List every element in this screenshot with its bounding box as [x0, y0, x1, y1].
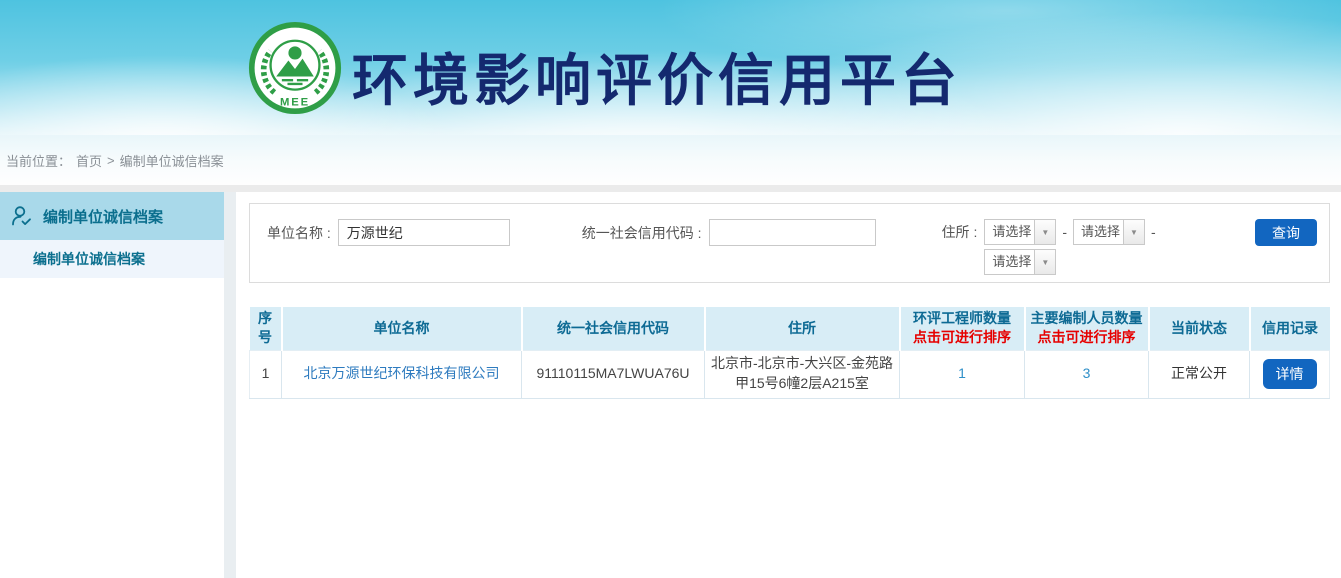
col-header-staff-label: 主要编制人员数量 — [1028, 309, 1146, 328]
dash-separator: - — [1151, 219, 1156, 245]
main-area: 单位名称 : 统一社会信用代码 : 住所 : 请选择 ▼ — [236, 192, 1341, 578]
sidebar-item-label: 编制单位诚信档案 — [43, 206, 163, 227]
page: MEE 环境影响评价信用平台 当前位置： 首页 > 编制单位诚信档案 编制单位诚… — [0, 0, 1341, 578]
sort-hint: 点击可进行排序 — [1028, 328, 1146, 347]
address-line-2: 甲15号6幢2层A215室 — [709, 374, 895, 394]
credit-code-group: 统一社会信用代码 : — [582, 219, 876, 246]
mee-logo-icon: MEE — [248, 21, 342, 115]
content: 编制单位诚信档案 编制单位诚信档案 单位名称 : 统一社会信用代码 : 住所 : — [0, 192, 1341, 578]
search-panel: 单位名称 : 统一社会信用代码 : 住所 : 请选择 ▼ — [249, 203, 1330, 283]
search-button[interactable]: 查询 — [1255, 219, 1317, 246]
results-table: 序号 单位名称 统一社会信用代码 住所 环评工程师数量 点击可进行排序 主要编制… — [249, 307, 1330, 399]
table-row: 1 北京万源世纪环保科技有限公司 91110115MA7LWUA76U 北京市-… — [250, 350, 1330, 398]
breadcrumb: 当前位置： 首页 > 编制单位诚信档案 — [0, 135, 1341, 185]
province-select[interactable]: 请选择 ▼ — [984, 219, 1056, 245]
address-group: 住所 : 请选择 ▼ - 请选择 ▼ - — [942, 219, 1162, 275]
sort-hint: 点击可进行排序 — [903, 328, 1022, 347]
col-header-address: 住所 — [705, 307, 900, 350]
cell-address: 北京市-北京市-大兴区-金苑路 甲15号6幢2层A215室 — [705, 350, 900, 398]
unit-name-input[interactable] — [338, 219, 510, 246]
district-select[interactable]: 请选择 ▼ — [984, 249, 1056, 275]
vertical-divider — [224, 192, 236, 578]
chevron-down-icon: ▼ — [1034, 250, 1055, 274]
chevron-down-icon: ▼ — [1034, 220, 1055, 244]
unit-name-label: 单位名称 : — [267, 220, 331, 246]
col-header-engineer-label: 环评工程师数量 — [903, 309, 1022, 328]
logo-text: MEE — [280, 97, 310, 109]
col-header-company: 单位名称 — [282, 307, 522, 350]
breadcrumb-home-link[interactable]: 首页 — [76, 151, 102, 170]
breadcrumb-prefix: 当前位置： — [6, 151, 71, 170]
district-select-value: 请选择 — [985, 250, 1034, 274]
col-header-credit-record: 信用记录 — [1250, 307, 1330, 350]
divider-band — [0, 185, 1341, 192]
address-selects: 请选择 ▼ - 请选择 ▼ - 请选择 — [984, 219, 1161, 275]
cell-index: 1 — [250, 350, 282, 398]
credit-code-input[interactable] — [709, 219, 876, 246]
col-header-code: 统一社会信用代码 — [522, 307, 705, 350]
city-select[interactable]: 请选择 ▼ — [1073, 219, 1145, 245]
address-line-1: 北京市-北京市-大兴区-金苑路 — [709, 354, 895, 374]
detail-button[interactable]: 详情 — [1263, 359, 1317, 389]
province-select-value: 请选择 — [985, 220, 1034, 244]
staff-count-link[interactable]: 3 — [1083, 365, 1091, 381]
sidebar-item-credit-archive[interactable]: 编制单位诚信档案 — [0, 192, 224, 240]
site-title: 环境影响评价信用平台 — [352, 36, 962, 117]
breadcrumb-separator: > — [107, 153, 115, 168]
dash-separator: - — [1062, 219, 1067, 245]
user-check-icon — [8, 203, 34, 229]
unit-name-group: 单位名称 : — [267, 219, 510, 246]
site-header: MEE 环境影响评价信用平台 — [0, 0, 1341, 135]
address-label: 住所 : — [942, 219, 978, 245]
city-select-value: 请选择 — [1074, 220, 1123, 244]
sidebar-subitem-credit-archive[interactable]: 编制单位诚信档案 — [0, 240, 224, 278]
table-header-row: 序号 单位名称 统一社会信用代码 住所 环评工程师数量 点击可进行排序 主要编制… — [250, 307, 1330, 350]
col-header-index: 序号 — [250, 307, 282, 350]
col-header-engineer-count-sort[interactable]: 环评工程师数量 点击可进行排序 — [900, 307, 1025, 350]
credit-code-label: 统一社会信用代码 : — [582, 220, 702, 246]
col-header-staff-count-sort[interactable]: 主要编制人员数量 点击可进行排序 — [1025, 307, 1149, 350]
status-text: 正常公开 — [1171, 365, 1227, 381]
col-header-status: 当前状态 — [1149, 307, 1250, 350]
breadcrumb-current: 编制单位诚信档案 — [120, 151, 224, 170]
engineer-count-link[interactable]: 1 — [958, 365, 966, 381]
cell-credit-code: 91110115MA7LWUA76U — [522, 350, 705, 398]
sidebar: 编制单位诚信档案 编制单位诚信档案 — [0, 192, 224, 578]
company-name-link[interactable]: 北京万源世纪环保科技有限公司 — [304, 365, 500, 381]
chevron-down-icon: ▼ — [1123, 220, 1144, 244]
